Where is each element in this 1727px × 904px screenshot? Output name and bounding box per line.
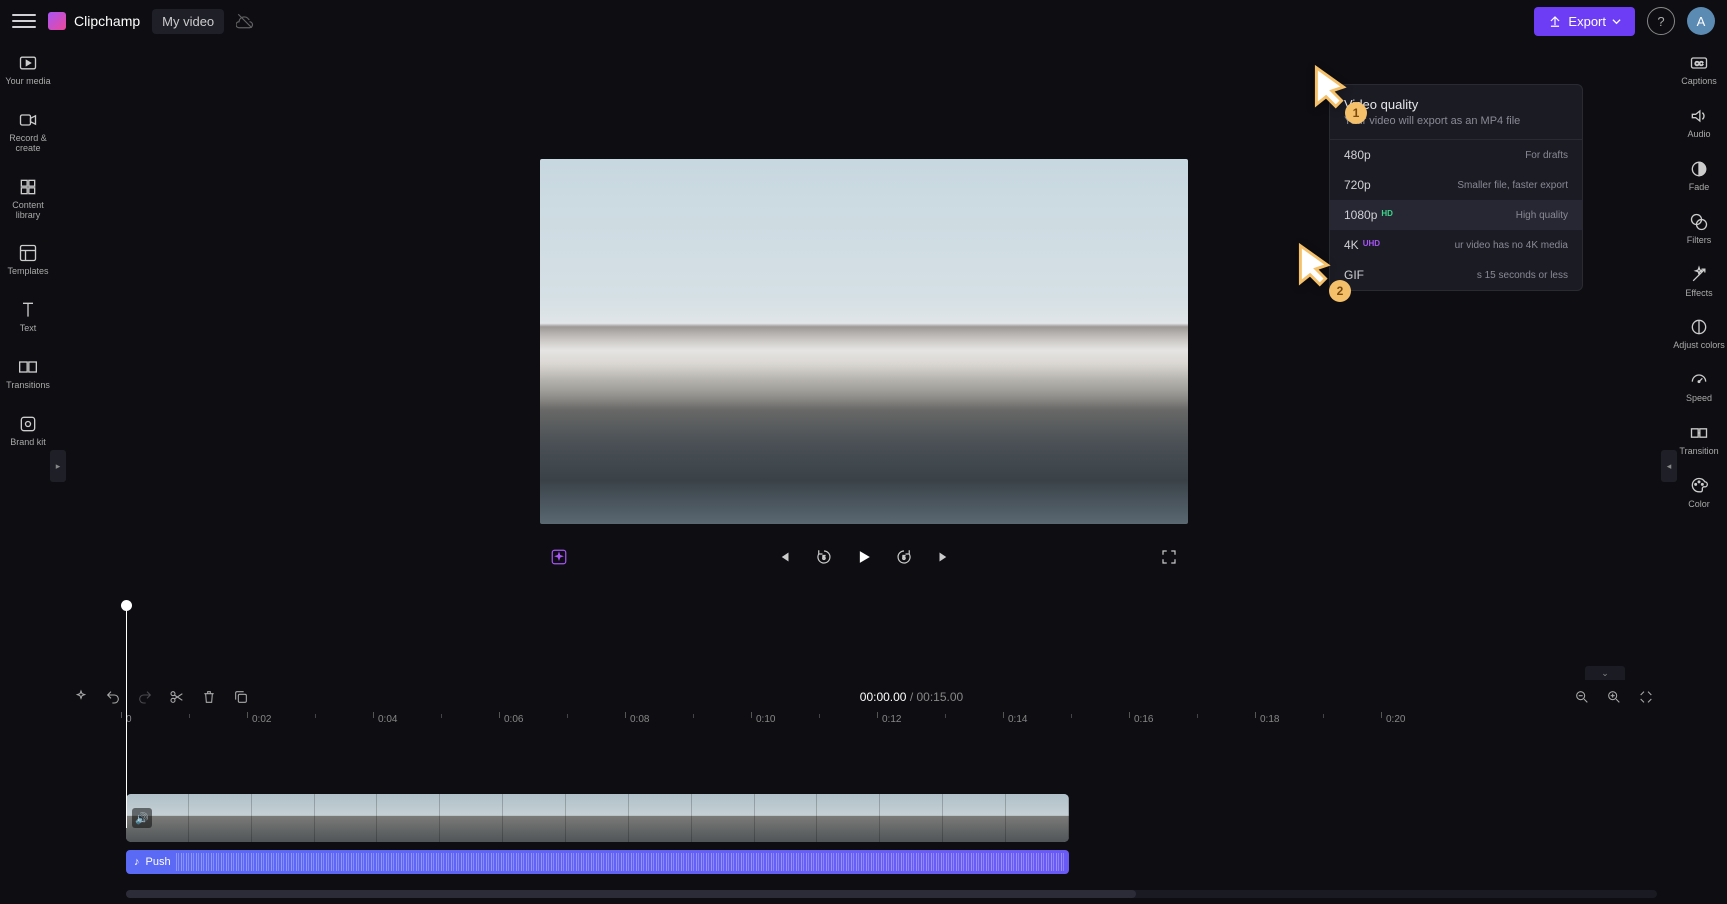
user-avatar[interactable]: A xyxy=(1687,7,1715,35)
logo-icon xyxy=(48,12,66,30)
sidebar-item-transition[interactable]: Transition xyxy=(1677,420,1720,459)
sidebar-item-transitions[interactable]: Transitions xyxy=(4,354,52,393)
export-option-720p[interactable]: 720p Smaller file, faster export xyxy=(1330,170,1582,200)
audio-icon xyxy=(1688,105,1710,127)
split-button[interactable] xyxy=(168,688,186,706)
auto-compose-button[interactable] xyxy=(72,688,90,706)
sidebar-item-color[interactable]: Color xyxy=(1686,473,1712,512)
undo-button[interactable] xyxy=(104,688,122,706)
playhead[interactable] xyxy=(126,604,127,828)
right-sidebar: CC Captions Audio Fade Filters Effects A… xyxy=(1671,42,1727,904)
sidebar-item-record[interactable]: Record & create xyxy=(0,107,56,156)
media-icon xyxy=(17,52,39,74)
sidebar-item-filters[interactable]: Filters xyxy=(1685,209,1714,248)
export-label: Export xyxy=(1568,14,1606,29)
timeline-tracks: 🔊 ♪ Push xyxy=(126,794,1657,874)
templates-icon xyxy=(17,242,39,264)
timeline: 00:00.00 / 00:15.00 00:020:040:060:080:1… xyxy=(56,680,1671,904)
delete-button[interactable] xyxy=(200,688,218,706)
export-quality-menu: Video quality Your video will export as … xyxy=(1329,84,1583,291)
zoom-in-button[interactable] xyxy=(1605,688,1623,706)
brand-icon xyxy=(17,413,39,435)
svg-text:5: 5 xyxy=(902,555,905,561)
project-title[interactable]: My video xyxy=(152,9,224,34)
svg-text:CC: CC xyxy=(1695,62,1703,68)
clip-mute-button[interactable]: 🔊 xyxy=(132,808,152,828)
zoom-fit-button[interactable] xyxy=(1637,688,1655,706)
forward-5-button[interactable]: 5 xyxy=(893,546,915,568)
sidebar-item-text[interactable]: Text xyxy=(15,297,41,336)
speed-icon xyxy=(1688,369,1710,391)
menu-button[interactable] xyxy=(12,9,36,33)
skip-start-button[interactable] xyxy=(773,546,795,568)
sidebar-item-fade[interactable]: Fade xyxy=(1686,156,1712,195)
transition-icon xyxy=(1688,422,1710,444)
chevron-down-icon xyxy=(1612,17,1621,26)
adjust-icon xyxy=(1688,316,1710,338)
color-icon xyxy=(1688,475,1710,497)
text-icon xyxy=(17,299,39,321)
video-preview[interactable] xyxy=(540,159,1188,524)
rewind-5-button[interactable]: 5 xyxy=(813,546,835,568)
effects-icon xyxy=(1688,264,1710,286)
transitions-icon xyxy=(17,356,39,378)
sidebar-item-templates[interactable]: Templates xyxy=(5,240,50,279)
sidebar-item-effects[interactable]: Effects xyxy=(1683,262,1714,301)
app-logo[interactable]: Clipchamp xyxy=(48,12,140,30)
fade-icon xyxy=(1688,158,1710,180)
library-icon xyxy=(17,176,39,198)
svg-text:5: 5 xyxy=(822,555,825,561)
sidebar-item-content-library[interactable]: Content library xyxy=(0,174,56,223)
skip-end-button[interactable] xyxy=(933,546,955,568)
right-panel-toggle[interactable]: ◂ xyxy=(1661,450,1677,482)
timeline-ruler[interactable]: 00:020:040:060:080:100:120:140:160:180:2… xyxy=(126,714,1657,736)
fullscreen-button[interactable] xyxy=(1158,546,1180,568)
record-icon xyxy=(17,109,39,131)
video-clip[interactable]: 🔊 xyxy=(126,794,1069,842)
help-button[interactable]: ? xyxy=(1647,7,1675,35)
export-button[interactable]: Export xyxy=(1534,7,1635,36)
music-icon: ♪ xyxy=(134,856,140,868)
export-option-1080p[interactable]: 1080pHD High quality xyxy=(1330,200,1582,230)
timeline-timecode: 00:00.00 / 00:15.00 xyxy=(264,690,1559,704)
sidebar-item-audio[interactable]: Audio xyxy=(1685,103,1712,142)
play-button[interactable] xyxy=(853,546,875,568)
sidebar-item-brand-kit[interactable]: Brand kit xyxy=(8,411,48,450)
timeline-scrollbar[interactable] xyxy=(126,890,1657,898)
sidebar-item-captions[interactable]: CC Captions xyxy=(1679,50,1719,89)
export-option-480p[interactable]: 480p For drafts xyxy=(1330,140,1582,170)
export-menu-subtitle: Your video will export as an MP4 file xyxy=(1344,115,1568,127)
sidebar-item-speed[interactable]: Speed xyxy=(1684,367,1714,406)
captions-icon: CC xyxy=(1688,52,1710,74)
sidebar-item-adjust-colors[interactable]: Adjust colors xyxy=(1671,314,1727,353)
export-option-4k[interactable]: 4KUHD ur video has no 4K media xyxy=(1330,230,1582,260)
sidebar-item-your-media[interactable]: Your media xyxy=(3,50,52,89)
app-name: Clipchamp xyxy=(74,13,140,29)
redo-button[interactable] xyxy=(136,688,154,706)
cloud-off-icon xyxy=(236,12,254,30)
zoom-out-button[interactable] xyxy=(1573,688,1591,706)
upload-icon xyxy=(1548,14,1562,28)
filters-icon xyxy=(1688,211,1710,233)
export-option-gif[interactable]: GIF s 15 seconds or less xyxy=(1330,260,1582,290)
left-sidebar: Your media Record & create Content libra… xyxy=(0,42,56,904)
playback-controls: 5 5 xyxy=(540,524,1188,584)
timeline-collapse-button[interactable]: ⌄ xyxy=(1585,666,1625,680)
export-menu-title: Video quality xyxy=(1344,97,1568,112)
audio-clip[interactable]: ♪ Push xyxy=(126,850,1069,874)
app-header: Clipchamp My video Export ? A xyxy=(0,0,1727,42)
duplicate-button[interactable] xyxy=(232,688,250,706)
ai-enhance-button[interactable] xyxy=(548,546,570,568)
